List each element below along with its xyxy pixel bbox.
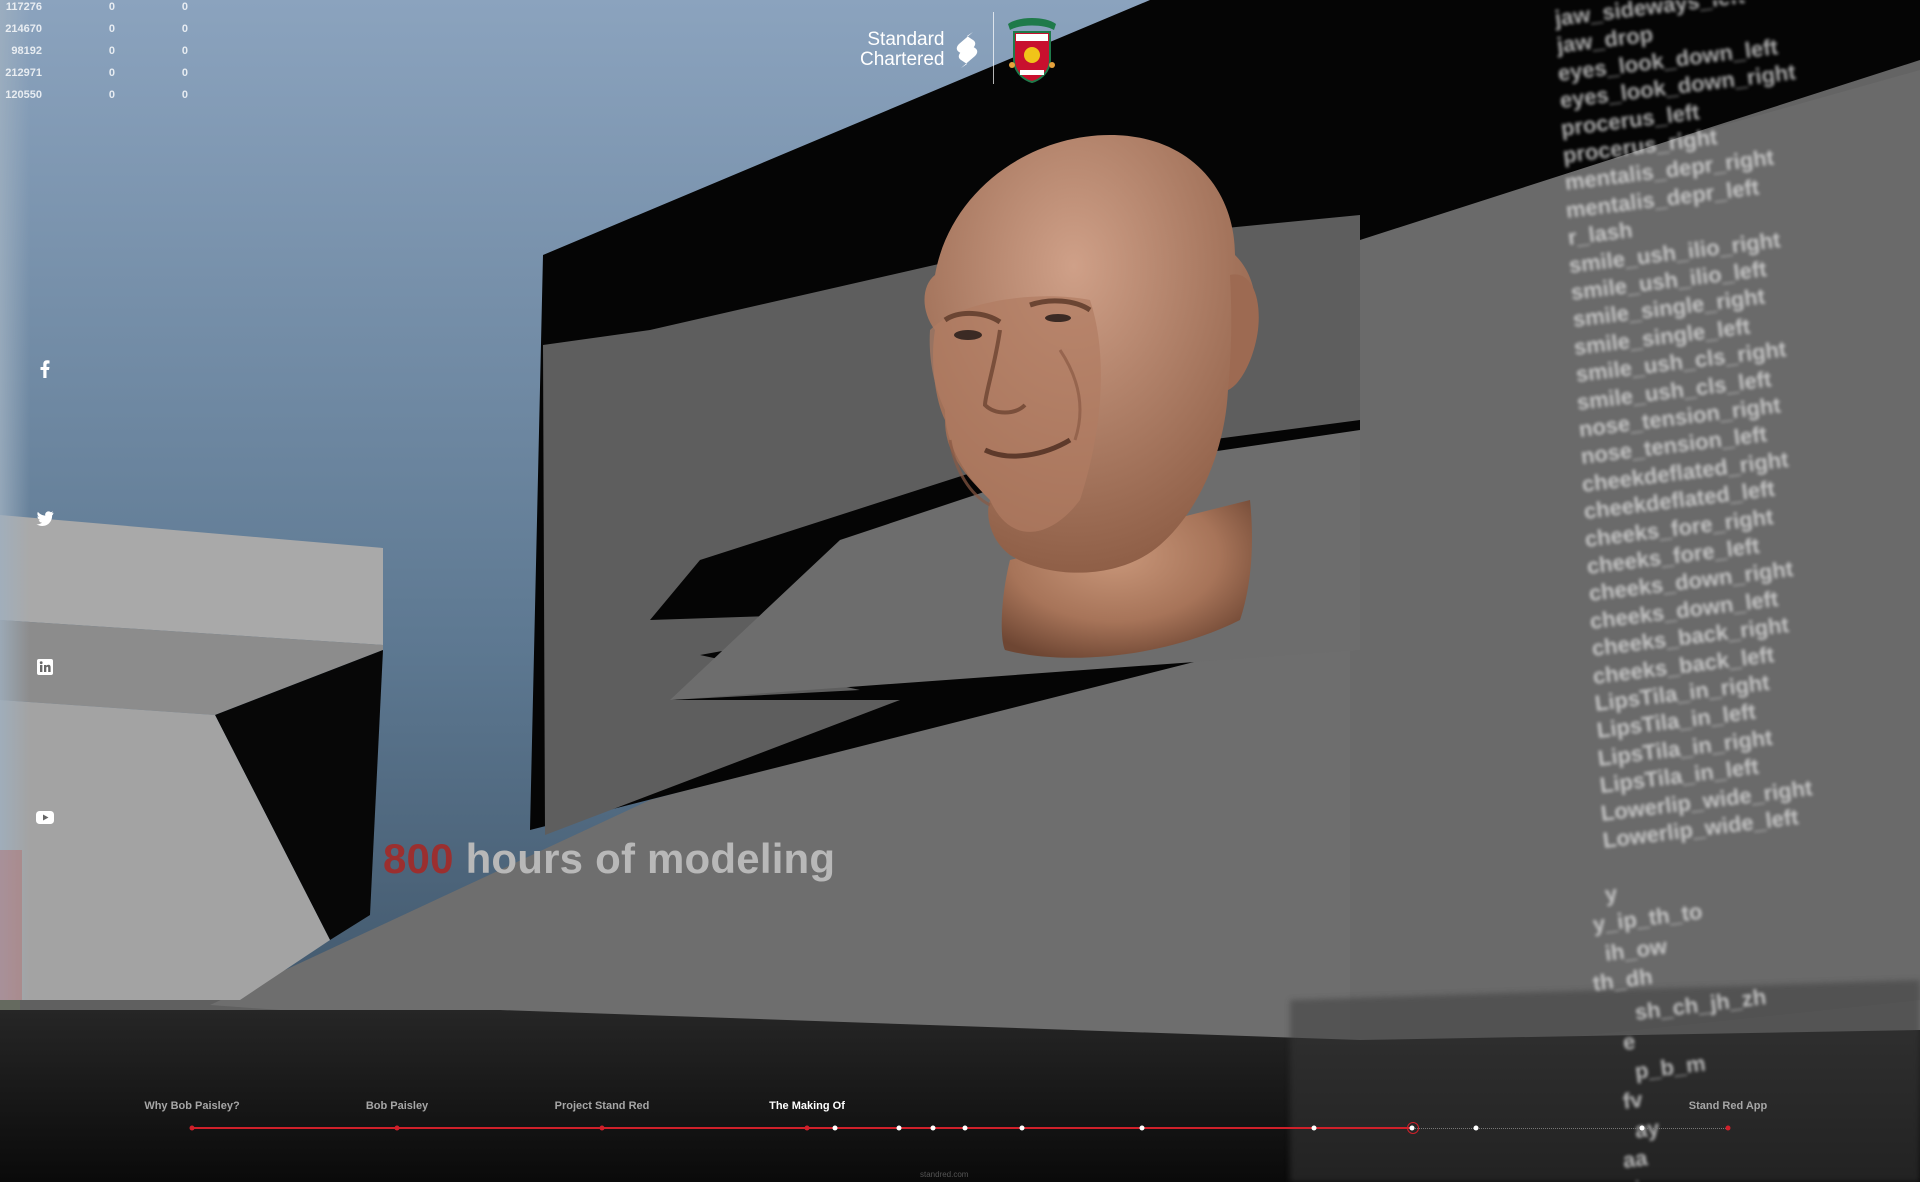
standard-chartered-logo[interactable]: Standard Chartered xyxy=(860,30,981,70)
nav-step-dot[interactable] xyxy=(189,1125,195,1131)
stats-row: 98192 0 0 xyxy=(0,44,188,66)
stats-cell: 0 xyxy=(181,1,188,13)
sponsor-name-line2: Chartered xyxy=(860,49,945,70)
morph-target-item: aa xyxy=(1621,1144,1649,1173)
stats-cell: 0 xyxy=(108,45,115,57)
stats-cell: 0 xyxy=(108,67,115,79)
liverpool-fc-crest-icon[interactable] xyxy=(1004,10,1060,84)
facebook-icon[interactable] xyxy=(34,358,56,380)
nav-section-why-bob-paisley[interactable]: Why Bob Paisley? xyxy=(144,1100,239,1112)
twitter-icon[interactable] xyxy=(34,507,56,529)
linkedin-icon[interactable] xyxy=(34,656,56,678)
nav-step-dot[interactable] xyxy=(930,1125,936,1131)
nav-step-dot[interactable] xyxy=(896,1125,902,1131)
stats-cell: 214670 xyxy=(5,23,42,35)
nav-step-dot[interactable] xyxy=(1639,1125,1645,1131)
morph-target-item: ay xyxy=(1633,1115,1661,1143)
stats-cell: 212971 xyxy=(5,67,42,79)
youtube-icon[interactable] xyxy=(34,806,56,828)
nav-step-dot[interactable] xyxy=(832,1125,838,1131)
nav-section-project-stand-red[interactable]: Project Stand Red xyxy=(555,1100,650,1112)
nav-step-dot[interactable] xyxy=(394,1125,400,1131)
nav-step-dot[interactable] xyxy=(1473,1125,1479,1131)
stats-cell: 0 xyxy=(108,89,115,101)
nav-step-dot[interactable] xyxy=(1019,1125,1025,1131)
stats-cell: 0 xyxy=(181,23,188,35)
nav-step-dot[interactable] xyxy=(804,1125,810,1131)
stats-cell: 0 xyxy=(108,23,115,35)
stats-cell: 0 xyxy=(181,45,188,57)
morph-target-item: fv xyxy=(1621,1086,1644,1114)
nav-progress-filled xyxy=(192,1127,1414,1129)
stats-cell: 0 xyxy=(181,67,188,79)
standard-chartered-mark-icon xyxy=(956,32,977,68)
stats-row: 214670 0 0 xyxy=(0,22,188,44)
headline-text: hours of modeling xyxy=(465,835,836,882)
sponsor-name-line1: Standard xyxy=(867,29,945,50)
morph-target-list: jaw_sideways_left jaw_drop eyes_look_down_… xyxy=(1545,0,1845,1182)
morph-target-item: th_dh xyxy=(1591,963,1654,996)
nav-step-dot[interactable] xyxy=(962,1125,968,1131)
stats-cell: 0 xyxy=(181,89,188,101)
stats-cell: 98192 xyxy=(11,45,42,57)
nav-section-bob-paisley[interactable]: Bob Paisley xyxy=(366,1100,428,1112)
nav-section-stand-red-app[interactable]: Stand Red App xyxy=(1689,1100,1767,1112)
stats-row: 212971 0 0 xyxy=(0,66,188,88)
morph-target-item: sh_ch_jh_zh xyxy=(1633,984,1768,1025)
nav-progress-remaining xyxy=(1413,1128,1728,1129)
headline-number: 800 xyxy=(383,835,454,882)
nav-section-the-making-of[interactable]: The Making Of xyxy=(769,1100,845,1112)
morph-target-item: ih_ow xyxy=(1603,933,1669,966)
headline: 800 hours of modeling xyxy=(383,835,835,883)
stats-row: 117276 0 0 xyxy=(0,0,188,22)
morph-target-item: y xyxy=(1603,880,1619,907)
stats-row: 120550 0 0 xyxy=(0,88,188,110)
nav-current-position-marker[interactable] xyxy=(1407,1122,1420,1134)
nav-step-dot[interactable] xyxy=(1139,1125,1145,1131)
morph-target-item: e xyxy=(1621,1028,1637,1055)
morph-target-item: l_r xyxy=(1633,1174,1663,1182)
morph-target-item: p_b_m xyxy=(1633,1050,1707,1084)
footer-text: standred.com xyxy=(920,1170,969,1179)
stats-cell: 120550 xyxy=(5,89,42,101)
logo-divider xyxy=(993,12,994,84)
render-stats-overlay: 117276 0 0 214670 0 0 98192 0 0 212971 0 0 120550 0 0 xyxy=(0,0,188,110)
nav-step-dot[interactable] xyxy=(599,1125,605,1131)
stats-cell: 0 xyxy=(108,1,115,13)
nav-step-dot[interactable] xyxy=(1311,1125,1317,1131)
nav-step-dot[interactable] xyxy=(1725,1125,1731,1131)
stats-cell: 117276 xyxy=(5,1,42,13)
